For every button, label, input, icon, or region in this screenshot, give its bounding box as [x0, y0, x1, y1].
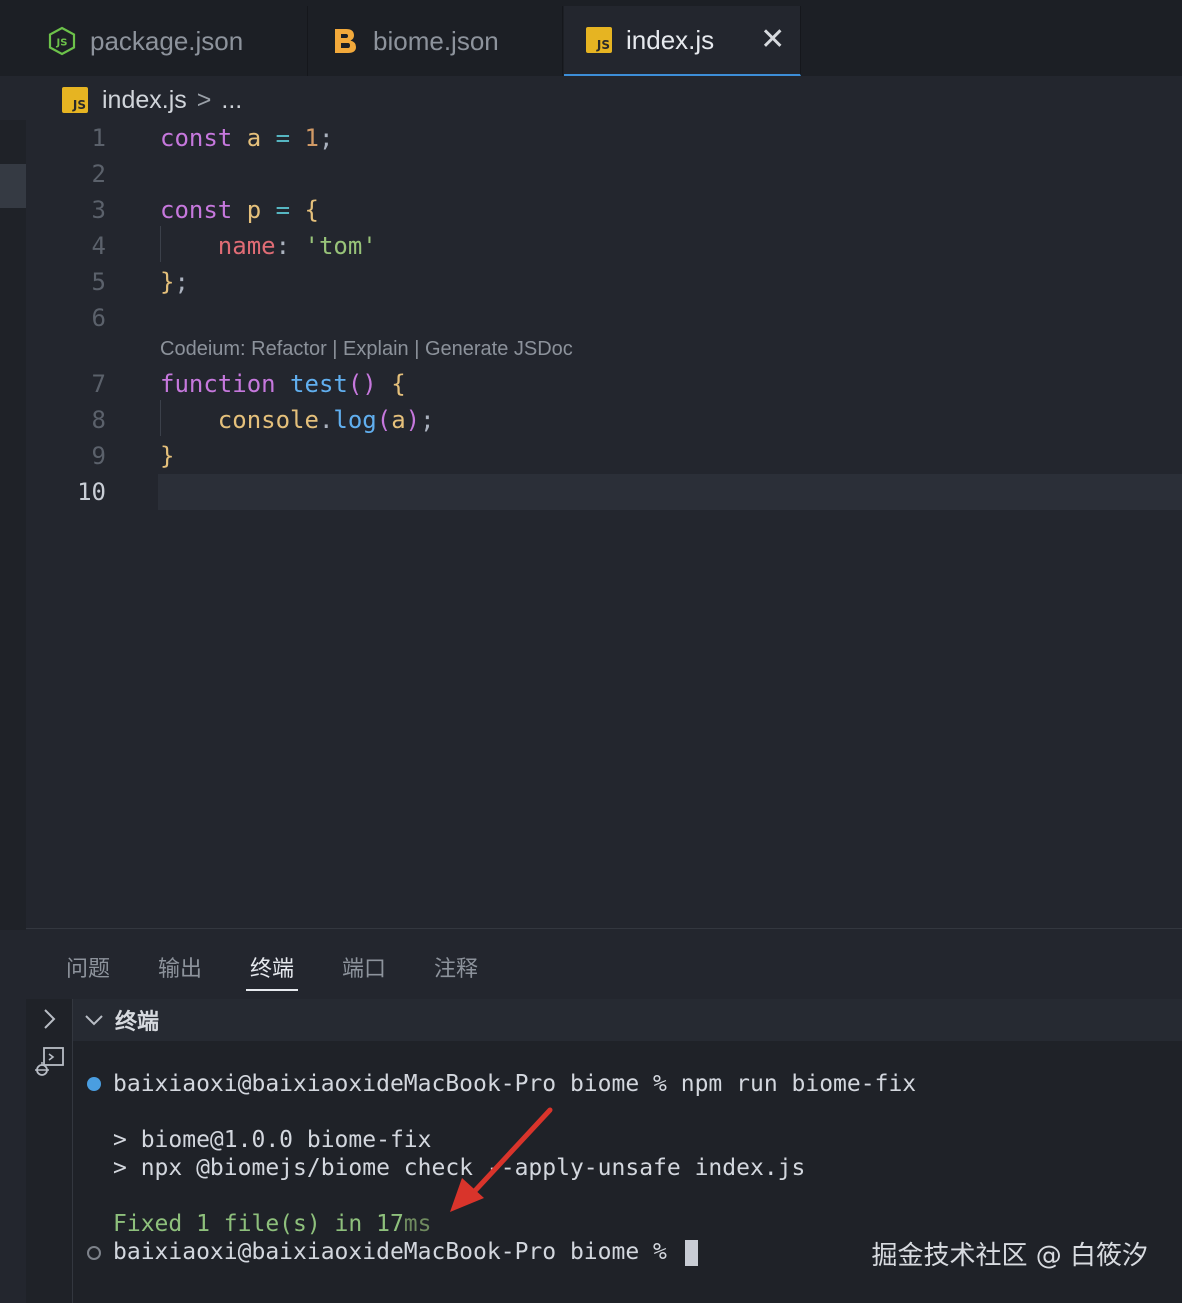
- breadcrumb: JS index.js > ...: [62, 82, 242, 118]
- tab-index-js[interactable]: JS index.js ✕: [564, 6, 801, 76]
- line-number: 1: [91, 124, 106, 152]
- annotation-arrow: [450, 1107, 553, 1212]
- terminal-line: baixiaoxi@baixiaoxideMacBook-Pro biome %…: [113, 1071, 917, 1097]
- line-number: 2: [91, 160, 106, 188]
- panel-tab-bar: 问题 输出 终端 端口 注释: [26, 929, 1182, 999]
- tab-package-json[interactable]: JS package.json: [0, 6, 308, 76]
- js-icon: JS: [62, 87, 88, 113]
- line-number: 6: [91, 304, 106, 332]
- codeium-codelens[interactable]: Codeium: Refactor | Explain | Generate J…: [160, 338, 573, 361]
- chevron-right-icon: >: [196, 85, 212, 114]
- js-icon: JS: [586, 27, 612, 53]
- command-status-dot: [87, 1246, 101, 1260]
- line-number: 7: [91, 370, 106, 398]
- gutter-marker: [0, 164, 26, 208]
- debug-console-icon[interactable]: [32, 1045, 66, 1084]
- terminal-sidebar: [26, 999, 73, 1303]
- tab-label: biome.json: [373, 25, 499, 56]
- terminal-header[interactable]: 终端: [73, 999, 1182, 1041]
- editor-tab-bar: JS package.json biome.json JS index.js ✕: [0, 0, 1182, 76]
- line-number: 8: [91, 406, 106, 434]
- breadcrumb-more[interactable]: ...: [221, 86, 242, 115]
- line-number: 5: [91, 268, 106, 296]
- tab-output[interactable]: 输出: [158, 951, 202, 983]
- line-number: 10: [77, 478, 106, 506]
- active-tab-indicator: [246, 989, 298, 991]
- terminal-line: baixiaoxi@baixiaoxideMacBook-Pro biome %: [113, 1239, 698, 1266]
- tab-label: index.js: [626, 24, 715, 55]
- close-icon[interactable]: ✕: [760, 25, 785, 55]
- biome-icon: [331, 26, 359, 56]
- activity-gutter: [0, 120, 26, 930]
- tab-terminal[interactable]: 终端: [250, 951, 294, 983]
- terminal-title: 终端: [115, 1009, 160, 1034]
- tab-biome-json[interactable]: biome.json: [309, 6, 563, 76]
- terminal-line: > biome@1.0.0 biome-fix: [113, 1127, 432, 1153]
- tab-problems[interactable]: 问题: [66, 951, 110, 983]
- line-number: 4: [91, 232, 106, 260]
- terminal-cursor: [684, 1239, 698, 1266]
- breadcrumb-file[interactable]: index.js: [102, 86, 187, 115]
- code-editor[interactable]: 1 const a = 1; 2 3 const p = { 4 name: '…: [26, 120, 1182, 930]
- line-number: 3: [91, 196, 106, 224]
- tab-comments[interactable]: 注释: [434, 951, 478, 983]
- tab-label: package.json: [90, 25, 244, 56]
- tab-ports[interactable]: 端口: [342, 951, 386, 983]
- chevron-down-icon[interactable]: [83, 1012, 105, 1028]
- command-status-dot: [87, 1077, 101, 1091]
- watermark: 掘金技术社区 @ 白筱汐: [871, 1241, 1148, 1271]
- svg-text:JS: JS: [56, 38, 68, 49]
- terminal-line: Fixed 1 file(s) in 17ms: [113, 1211, 432, 1237]
- node-icon: JS: [48, 26, 76, 56]
- chevron-right-icon[interactable]: [40, 1007, 58, 1036]
- line-number: 9: [91, 442, 106, 470]
- current-line-highlight: [158, 474, 1182, 510]
